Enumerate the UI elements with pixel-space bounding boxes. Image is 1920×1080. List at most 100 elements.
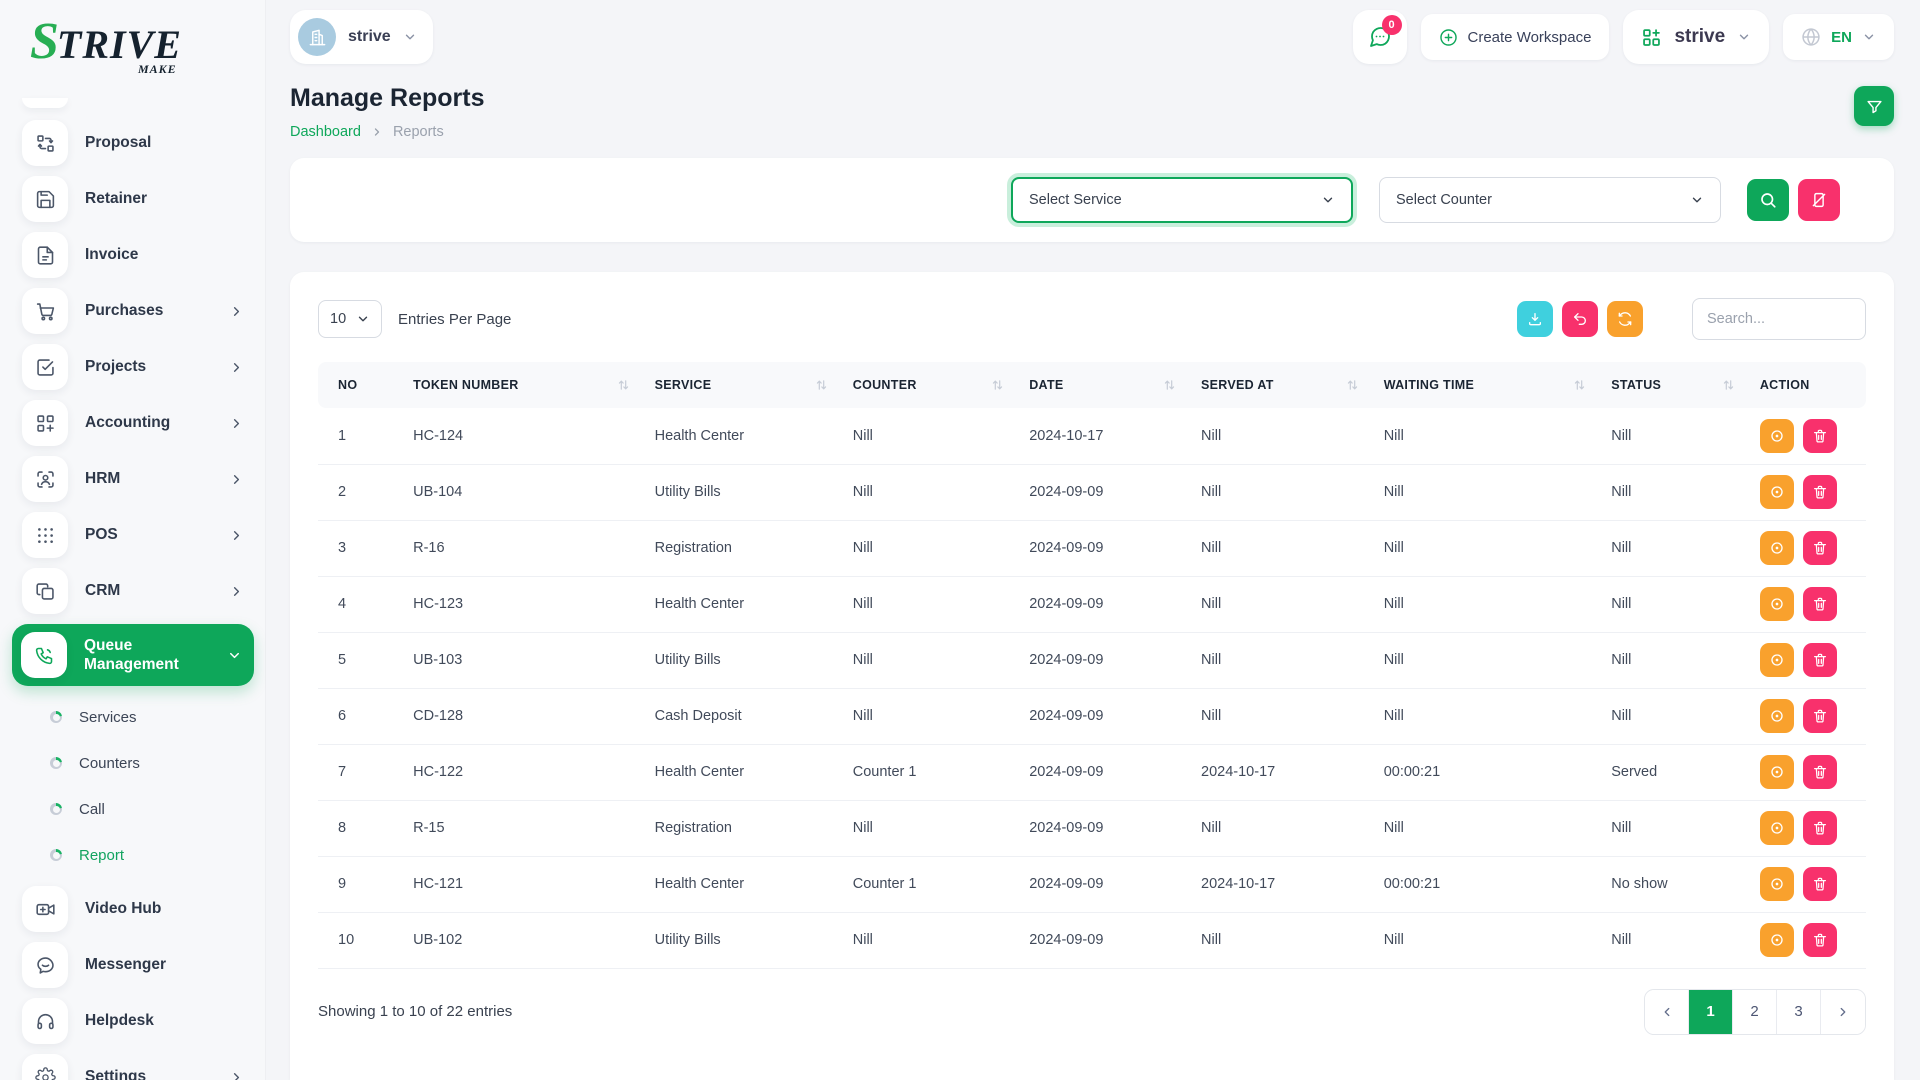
entries-per-page-select[interactable]: 10 xyxy=(318,300,382,338)
sidebar-item-purchases[interactable]: Purchases xyxy=(22,288,244,334)
cell-status: Served xyxy=(1601,744,1750,800)
sort-icon[interactable] xyxy=(618,379,629,391)
entries-per-page-value: 10 xyxy=(330,311,346,327)
service-select[interactable]: Select Service xyxy=(1011,177,1353,223)
sidebar-item-video-hub[interactable]: Video Hub xyxy=(22,886,244,932)
sort-icon[interactable] xyxy=(1164,379,1175,391)
view-button[interactable] xyxy=(1760,699,1794,733)
pagination-page-3[interactable]: 3 xyxy=(1777,990,1821,1034)
view-button[interactable] xyxy=(1760,923,1794,957)
clear-filter-button[interactable] xyxy=(1798,179,1840,221)
workspace-selector[interactable]: strive xyxy=(290,10,433,64)
brand-logo[interactable]: STRIVE MAKE xyxy=(0,0,266,92)
cell-action xyxy=(1750,912,1866,968)
sort-icon[interactable] xyxy=(992,379,1003,391)
cell-counter: Nill xyxy=(843,408,1019,464)
sidebar-item-helpdesk[interactable]: Helpdesk xyxy=(22,998,244,1044)
language-selector[interactable]: EN xyxy=(1783,14,1894,60)
delete-button[interactable] xyxy=(1803,531,1837,565)
delete-button[interactable] xyxy=(1803,587,1837,621)
pagination-page-1[interactable]: 1 xyxy=(1689,990,1733,1034)
cell-served_at: Nill xyxy=(1191,800,1374,856)
sort-icon[interactable] xyxy=(1723,379,1734,391)
sidebar-item-accounting[interactable]: Accounting xyxy=(22,400,244,446)
sort-icon[interactable] xyxy=(816,379,827,391)
cell-status: Nill xyxy=(1601,800,1750,856)
sidebar-item-hrm[interactable]: HRM xyxy=(22,456,244,502)
sidebar-item-invoice[interactable]: Invoice xyxy=(22,232,244,278)
column-header-waiting-time[interactable]: WAITING TIME xyxy=(1374,362,1602,408)
delete-button[interactable] xyxy=(1803,811,1837,845)
cell-waiting_time: Nill xyxy=(1374,912,1602,968)
apply-filter-button[interactable] xyxy=(1747,179,1789,221)
sidebar-item-messenger[interactable]: Messenger xyxy=(22,942,244,988)
column-header-served-at[interactable]: SERVED AT xyxy=(1191,362,1374,408)
view-button[interactable] xyxy=(1760,531,1794,565)
sidebar-item-settings[interactable]: Settings xyxy=(22,1054,244,1080)
filter-actions xyxy=(1747,179,1840,221)
delete-button[interactable] xyxy=(1803,755,1837,789)
column-header-token-number[interactable]: TOKEN NUMBER xyxy=(403,362,644,408)
table-row: 6CD-128Cash DepositNill2024-09-09NillNil… xyxy=(318,688,1866,744)
cell-date: 2024-09-09 xyxy=(1019,856,1191,912)
sidebar-item-label: Invoice xyxy=(85,245,244,264)
delete-button[interactable] xyxy=(1803,643,1837,677)
table-search-input[interactable] xyxy=(1692,298,1866,340)
sidebar-item-retainer[interactable]: Retainer xyxy=(22,176,244,222)
cell-no: 1 xyxy=(318,408,403,464)
messages-button[interactable]: 0 xyxy=(1353,10,1407,64)
breadcrumb-dashboard-link[interactable]: Dashboard xyxy=(290,124,361,140)
cutoff-item-tile xyxy=(22,98,68,108)
sidebar-item-projects[interactable]: Projects xyxy=(22,344,244,390)
view-button[interactable] xyxy=(1760,419,1794,453)
cell-date: 2024-09-09 xyxy=(1019,576,1191,632)
refresh-button[interactable] xyxy=(1607,301,1643,337)
cell-status: Nill xyxy=(1601,632,1750,688)
sort-icon[interactable] xyxy=(1347,379,1358,391)
column-header-date[interactable]: DATE xyxy=(1019,362,1191,408)
sidebar-item-queue-management[interactable]: Queue Management xyxy=(12,624,254,686)
sidebar-subitem-services[interactable]: Services xyxy=(22,694,244,740)
view-button[interactable] xyxy=(1760,587,1794,621)
reports-table: NOTOKEN NUMBERSERVICECOUNTERDATESERVED A… xyxy=(318,362,1866,969)
sidebar-item-proposal[interactable]: Proposal xyxy=(22,120,244,166)
pagination-page-2[interactable]: 2 xyxy=(1733,990,1777,1034)
sidebar-item-label: Proposal xyxy=(85,133,244,152)
view-button[interactable] xyxy=(1760,643,1794,677)
app-switcher-button[interactable]: strive xyxy=(1623,10,1769,64)
column-header-counter[interactable]: COUNTER xyxy=(843,362,1019,408)
cell-status: Nill xyxy=(1601,464,1750,520)
create-workspace-button[interactable]: Create Workspace xyxy=(1421,14,1610,60)
sidebar-submenu: Services Counters Call Report xyxy=(22,694,244,878)
funnel-icon xyxy=(1866,98,1883,115)
reset-button[interactable] xyxy=(1562,301,1598,337)
filter-toggle-button[interactable] xyxy=(1854,86,1894,126)
view-button[interactable] xyxy=(1760,867,1794,901)
sidebar-subitem-report[interactable]: Report xyxy=(22,832,244,878)
view-button[interactable] xyxy=(1760,811,1794,845)
cell-served_at: Nill xyxy=(1191,464,1374,520)
delete-button[interactable] xyxy=(1803,699,1837,733)
sidebar-subitem-call[interactable]: Call xyxy=(22,786,244,832)
sidebar-subitem-label: Counters xyxy=(79,755,140,772)
sidebar-item-crm[interactable]: CRM xyxy=(22,568,244,614)
sort-icon[interactable] xyxy=(1574,379,1585,391)
view-button[interactable] xyxy=(1760,475,1794,509)
sidebar-subitem-counters[interactable]: Counters xyxy=(22,740,244,786)
pagination-prev[interactable] xyxy=(1645,990,1689,1034)
counter-select[interactable]: Select Counter xyxy=(1379,177,1721,223)
sidebar-subitem-label: Report xyxy=(79,847,124,864)
view-button[interactable] xyxy=(1760,755,1794,789)
delete-button[interactable] xyxy=(1803,475,1837,509)
column-header-service[interactable]: SERVICE xyxy=(645,362,843,408)
delete-button[interactable] xyxy=(1803,867,1837,901)
cell-token: UB-104 xyxy=(403,464,644,520)
delete-button[interactable] xyxy=(1803,419,1837,453)
chevron-down-icon xyxy=(403,30,417,44)
delete-button[interactable] xyxy=(1803,923,1837,957)
pagination-next[interactable] xyxy=(1821,990,1865,1034)
column-header-status[interactable]: STATUS xyxy=(1601,362,1750,408)
cell-waiting_time: Nill xyxy=(1374,632,1602,688)
export-download-button[interactable] xyxy=(1517,301,1553,337)
sidebar-item-pos[interactable]: POS xyxy=(22,512,244,558)
